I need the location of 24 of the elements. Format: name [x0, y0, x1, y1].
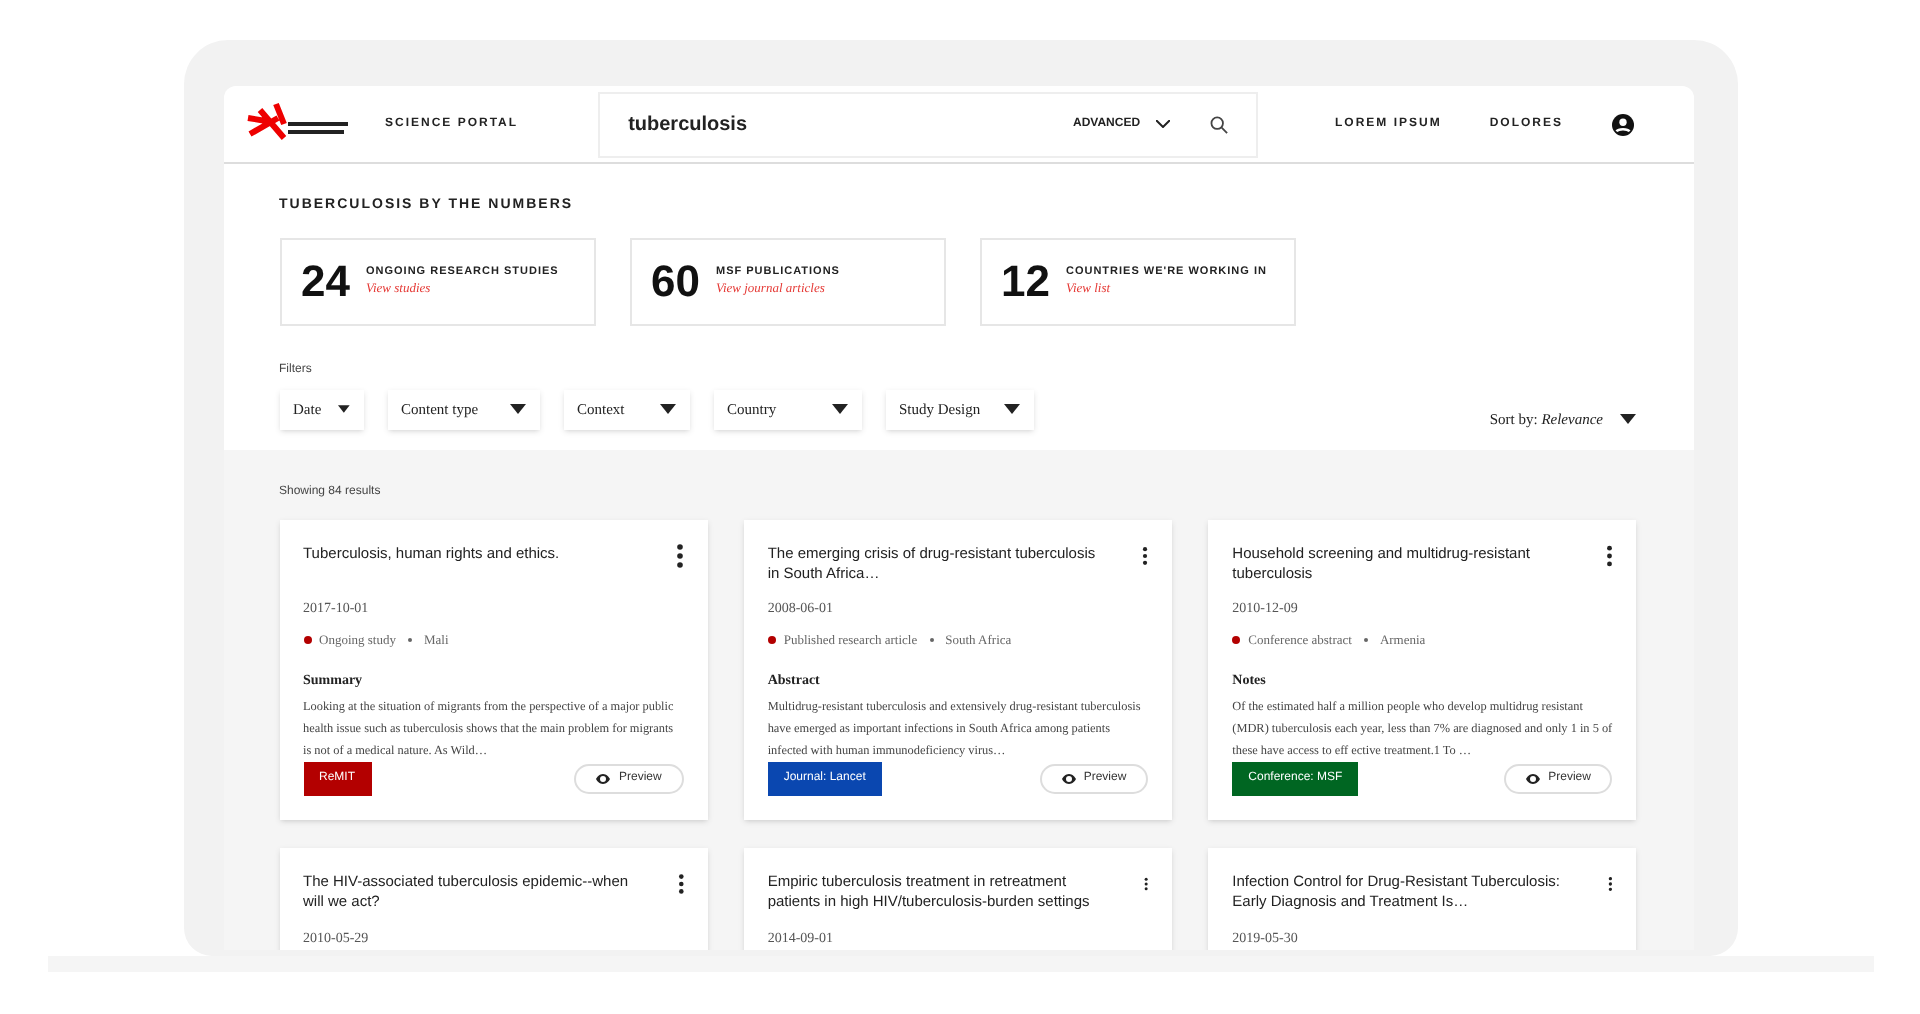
stat-value: 60 — [651, 254, 700, 310]
caret-icon — [1619, 413, 1635, 424]
account-icon[interactable] — [1611, 113, 1633, 135]
stat-value: 12 — [1001, 254, 1050, 310]
more-icon[interactable] — [1608, 871, 1613, 896]
caret-icon — [509, 404, 525, 415]
caret-icon — [831, 404, 847, 415]
caret-icon — [659, 404, 675, 415]
result-card[interactable] — [279, 519, 708, 820]
more-icon[interactable] — [1605, 543, 1613, 568]
eye-icon — [1526, 773, 1541, 784]
search-input[interactable]: tuberculosis — [628, 109, 1073, 139]
more-icon[interactable] — [675, 543, 684, 568]
eye-icon — [596, 773, 611, 784]
eye-icon — [1061, 773, 1076, 784]
stat-value: 24 — [301, 254, 350, 310]
caret-icon — [1003, 404, 1019, 415]
result-card[interactable] — [743, 519, 1173, 820]
more-icon[interactable] — [1142, 543, 1149, 568]
result-card[interactable] — [1208, 519, 1637, 820]
chevron-icon — [1156, 120, 1171, 128]
search-icon[interactable] — [1210, 115, 1229, 133]
more-icon[interactable] — [677, 871, 684, 896]
caret-icon — [337, 404, 349, 415]
